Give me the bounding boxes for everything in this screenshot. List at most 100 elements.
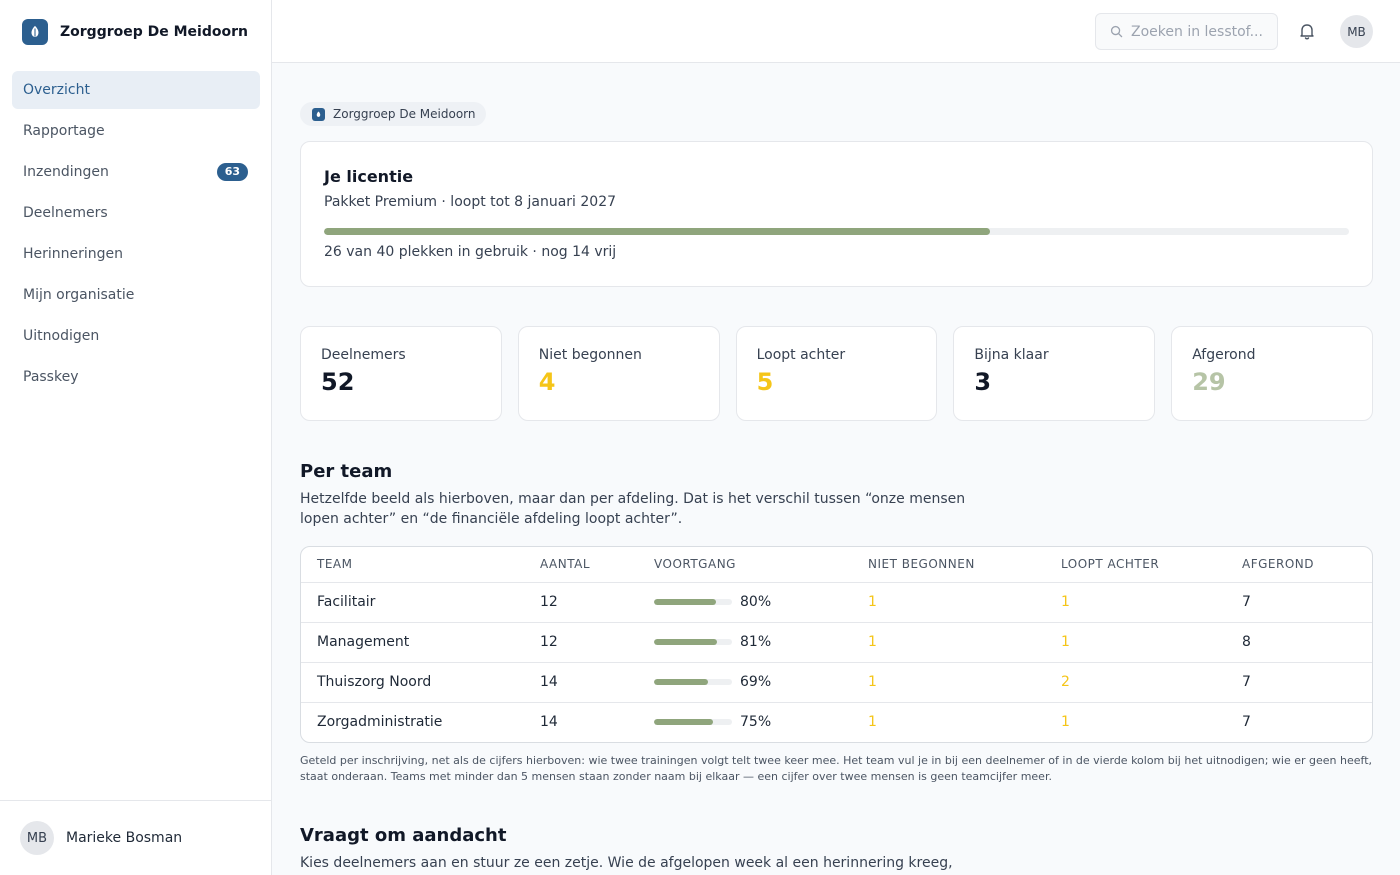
progress-percent: 75% (740, 714, 772, 731)
sidebar-item-overzicht[interactable]: Overzicht (12, 71, 260, 109)
stats-row: Deelnemers 52 Niet begonnen 4 Loopt acht… (300, 326, 1373, 421)
row-progress-bar (654, 639, 732, 645)
table-row[interactable]: Facilitair 12 80% 1 1 7 (301, 582, 1372, 623)
cell-niet-begonnen: 1 (868, 622, 1061, 663)
stat-card-niet-begonnen[interactable]: Niet begonnen 4 (517, 326, 720, 421)
license-progress-fill (324, 228, 991, 235)
cell-voortgang: 81% (654, 622, 868, 663)
license-subtitle: Pakket Premium · loopt tot 8 januari 202… (324, 194, 617, 210)
per-team-description: Hetzelfde beeld als hierboven, maar dan … (300, 491, 966, 527)
cell-team: Thuiszorg Noord (301, 662, 540, 703)
brand-name: Zorggroep De Meidoorn (60, 24, 248, 40)
column-header-niet-begonnen[interactable]: NIET BEGONNEN (868, 547, 1061, 583)
sidebar-item-mijn-organisatie[interactable]: Mijn organisatie (12, 276, 260, 314)
stat-card-loopt-achter[interactable]: Loopt achter 5 (735, 326, 938, 421)
sidebar-item-herinneringen[interactable]: Herinneringen (12, 235, 260, 273)
cell-afgerond: 8 (1242, 622, 1372, 663)
cell-team: Management (301, 622, 540, 663)
row-progress-bar (654, 599, 732, 605)
stat-card-afgerond[interactable]: Afgerond 29 (1171, 326, 1373, 421)
cell-voortgang: 75% (654, 702, 868, 742)
brand[interactable]: Zorggroep De Meidoorn (22, 18, 248, 46)
cell-aantal: 12 (540, 582, 654, 623)
cell-niet-begonnen: 1 (868, 662, 1061, 703)
stat-label: Deelnemers (321, 347, 406, 363)
sidebar-item-label: Overzicht (23, 82, 90, 98)
bell-icon[interactable] (1297, 21, 1317, 41)
license-usage: 26 van 40 plekken in gebruik · nog 14 vr… (324, 244, 617, 260)
column-header-aantal[interactable]: AANTAL (540, 547, 654, 583)
stat-card-deelnemers[interactable]: Deelnemers 52 (300, 326, 502, 421)
cell-voortgang: 69% (654, 662, 868, 703)
leaf-logo-icon (312, 107, 325, 121)
stat-value: 29 (1192, 368, 1226, 396)
progress-percent: 69% (740, 674, 772, 690)
sidebar-item-label: Passkey (23, 369, 79, 385)
team-table: TEAM AANTAL VOORTGANG NIET BEGONNEN LOOP… (300, 546, 1373, 743)
per-team-title: Per team (300, 461, 393, 482)
table-row[interactable]: Thuiszorg Noord 14 69% 1 2 7 (301, 662, 1372, 703)
cell-afgerond: 7 (1242, 714, 1251, 731)
cell-loopt-achter: 1 (1061, 582, 1242, 623)
column-header-voortgang[interactable]: VOORTGANG (654, 547, 868, 583)
stat-card-bijna-klaar[interactable]: Bijna klaar 3 (953, 326, 1156, 421)
row-progress-fill (654, 639, 718, 645)
attention-description: Kies deelnemers aan en stuur ze een zetj… (300, 855, 953, 871)
leaf-logo-icon (22, 19, 48, 45)
stat-value: 5 (756, 368, 774, 396)
cell-team: Zorgadministratie (317, 714, 443, 731)
sidebar-item-passkey[interactable]: Passkey (12, 358, 260, 396)
sidebar-item-deelnemers[interactable]: Deelnemers (12, 194, 260, 232)
progress-percent: 80% (740, 594, 772, 610)
cell-loopt-achter: 1 (1061, 622, 1242, 663)
table-row[interactable]: Management 12 81% 1 1 8 (301, 622, 1372, 663)
search-box[interactable] (1095, 13, 1278, 50)
stat-value: 4 (538, 368, 556, 396)
cell-niet-begonnen: 1 (868, 582, 1061, 623)
row-progress-fill (654, 599, 717, 605)
table-footnote: Geteld per inschrijving, net als de cijf… (300, 754, 1373, 783)
cell-afgerond: 7 (1242, 662, 1372, 703)
org-chip[interactable]: Zorggroep De Meidoorn (300, 102, 487, 126)
sidebar: Zorggroep De Meidoorn Overzicht Rapporta… (0, 0, 272, 875)
column-header-team[interactable]: TEAM (301, 547, 540, 583)
cell-team: Facilitair (301, 582, 540, 623)
column-header-afgerond[interactable]: AFGEROND (1242, 547, 1372, 583)
main-content: Zorggroep De Meidoorn Je licentie Pakket… (300, 63, 1373, 875)
sidebar-item-label: Uitnodigen (23, 328, 100, 344)
row-progress-fill (654, 719, 713, 726)
topbar: MB (272, 0, 1400, 63)
column-header-loopt-achter[interactable]: LOOPT ACHTER (1061, 547, 1242, 583)
search-input[interactable] (1131, 23, 1269, 40)
user-avatar-button[interactable]: MB (1340, 15, 1373, 48)
org-chip-label: Zorggroep De Meidoorn (333, 107, 476, 121)
sidebar-item-rapportage[interactable]: Rapportage (12, 112, 260, 150)
user-name: Marieke Bosman (66, 830, 183, 846)
stat-value: 3 (974, 368, 992, 396)
cell-loopt-achter: 1 (1061, 714, 1070, 731)
stat-label: Niet begonnen (538, 347, 642, 363)
license-card: Je licentie Pakket Premium · loopt tot 8… (300, 141, 1373, 287)
sidebar-nav: Overzicht Rapportage Inzendingen 63 Deel… (12, 71, 260, 399)
count-badge: 63 (216, 163, 248, 181)
sidebar-item-uitnodigen[interactable]: Uitnodigen (12, 317, 260, 355)
cell-afgerond: 7 (1242, 582, 1372, 623)
sidebar-item-label: Rapportage (23, 123, 105, 139)
sidebar-item-label: Inzendingen (23, 164, 109, 180)
license-title: Je licentie (324, 167, 414, 186)
avatar: MB (20, 821, 54, 855)
sidebar-item-label: Herinneringen (23, 246, 124, 262)
cell-loopt-achter: 2 (1061, 662, 1242, 703)
row-progress-fill (654, 679, 708, 685)
cell-voortgang: 80% (654, 582, 868, 623)
sidebar-item-inzendingen[interactable]: Inzendingen 63 (12, 153, 260, 191)
search-icon (1110, 25, 1123, 38)
cell-aantal: 14 (540, 714, 558, 731)
cell-aantal: 14 (540, 662, 654, 703)
user-footer[interactable]: MB Marieke Bosman (0, 800, 271, 875)
sidebar-item-label: Mijn organisatie (23, 287, 135, 303)
table-row[interactable]: Zorgadministratie 14 75% 1 1 7 (301, 702, 1372, 742)
stat-label: Afgerond (1192, 347, 1256, 363)
cell-aantal: 12 (540, 622, 654, 663)
row-progress-bar (654, 679, 732, 685)
